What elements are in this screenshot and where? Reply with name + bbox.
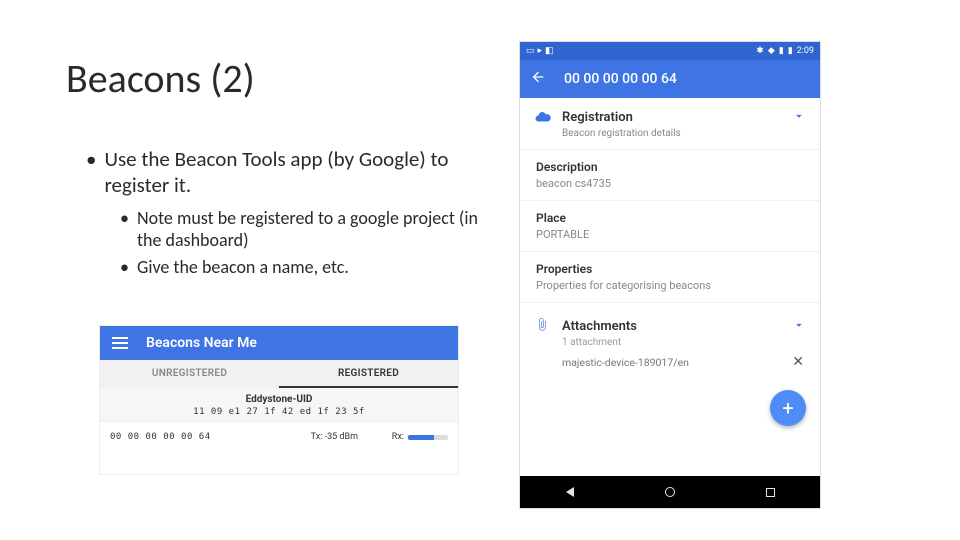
close-icon[interactable]: ✕ <box>792 354 804 370</box>
field-label: Description <box>536 160 804 174</box>
bullet1-text: Use the Beacon Tools app (by Google) to … <box>104 146 486 199</box>
beacon-rx: Rx: <box>358 432 448 442</box>
bullet-level1: • Use the Beacon Tools app (by Google) t… <box>86 146 486 199</box>
field-place[interactable]: Place PORTABLE <box>520 201 820 252</box>
beacon-tx: Tx: -35 dBm <box>278 432 358 442</box>
fab-add-button[interactable]: + <box>770 390 806 426</box>
bullet-dot: • <box>120 207 129 252</box>
field-value: beacon cs4735 <box>536 177 804 190</box>
cast-icon: ◧ <box>545 46 554 56</box>
battery-icon: ▮ <box>788 46 793 56</box>
screenshot-beacon-detail: ▭ ▸ ◧ ✱ ◆ ▮ ▮ 2:09 00 00 00 00 00 64 <box>520 42 820 508</box>
attachment-name: majestic-device-189017/en <box>562 356 689 369</box>
appbar: 00 00 00 00 00 64 <box>520 60 820 98</box>
slide-title: Beacons (2) <box>66 54 255 103</box>
detail-body: Registration Beacon registration details… <box>520 98 820 476</box>
attachment-row[interactable]: majestic-device-189017/en ✕ <box>520 348 820 380</box>
hamburger-icon[interactable] <box>112 337 128 349</box>
appbar: Beacons Near Me <box>100 326 458 360</box>
signal-bar <box>408 435 448 440</box>
appbar-title: 00 00 00 00 00 64 <box>564 71 677 87</box>
signal-icon: ▮ <box>779 46 784 56</box>
cloud-icon <box>534 108 552 126</box>
beacon-row[interactable]: 00 00 00 00 00 64 Tx: -35 dBm Rx: <box>100 422 458 452</box>
clock: 2:09 <box>797 46 814 56</box>
nav-recents-icon[interactable] <box>766 488 775 497</box>
beacon-type: Eddystone-UID <box>100 394 458 405</box>
screenshot-beacons-near-me: Beacons Near Me UNREGISTERED REGISTERED … <box>100 326 458 474</box>
android-nav-bar <box>520 476 820 508</box>
status-bar: ▭ ▸ ◧ ✱ ◆ ▮ ▮ 2:09 <box>520 42 820 60</box>
tabs: UNREGISTERED REGISTERED <box>100 360 458 388</box>
attachments-count: 1 attachment <box>520 337 820 348</box>
registration-header[interactable]: Registration <box>520 98 820 128</box>
field-description[interactable]: Description beacon cs4735 <box>520 150 820 201</box>
nav-home-icon[interactable] <box>665 487 675 497</box>
beacon-group-header: Eddystone-UID 11 09 e1 27 1f 42 ed 1f 23… <box>100 388 458 422</box>
paperclip-icon <box>534 317 552 335</box>
image-icon: ▭ <box>526 46 535 56</box>
wifi-icon: ◆ <box>768 46 775 56</box>
field-properties[interactable]: Properties Properties for categorising b… <box>520 252 820 303</box>
chevron-down-icon <box>792 109 806 126</box>
rx-label: Rx: <box>392 432 404 442</box>
field-value: Properties for categorising beacons <box>536 279 804 292</box>
sub-bullet1-text: Note must be registered to a google proj… <box>137 207 486 252</box>
beacon-namespace: 11 09 e1 27 1f 42 ed 1f 23 5f <box>100 407 458 417</box>
chevron-down-icon <box>792 318 806 335</box>
back-icon[interactable] <box>530 69 548 89</box>
field-value: PORTABLE <box>536 228 804 241</box>
field-label: Place <box>536 211 804 225</box>
registration-title: Registration <box>562 110 782 125</box>
beacon-instance-id: 00 00 00 00 00 64 <box>110 432 278 442</box>
attachments-title: Attachments <box>562 319 782 334</box>
bullet-level2: • Note must be registered to a google pr… <box>120 207 486 252</box>
bullet-level2: • Give the beacon a name, etc. <box>120 256 486 279</box>
play-icon: ▸ <box>538 46 543 56</box>
nav-back-icon[interactable] <box>566 487 574 497</box>
bluetooth-icon: ✱ <box>756 46 764 56</box>
bullet-dot: • <box>120 256 129 279</box>
attachments-header[interactable]: Attachments <box>520 307 820 337</box>
field-label: Properties <box>536 262 804 276</box>
tab-unregistered[interactable]: UNREGISTERED <box>100 360 279 388</box>
appbar-title: Beacons Near Me <box>146 335 257 351</box>
bullet-list: • Use the Beacon Tools app (by Google) t… <box>86 146 486 282</box>
tab-registered[interactable]: REGISTERED <box>279 360 458 388</box>
sub-bullet2-text: Give the beacon a name, etc. <box>137 256 349 279</box>
registration-subtitle: Beacon registration details <box>520 128 820 150</box>
bullet-dot: • <box>86 146 96 199</box>
